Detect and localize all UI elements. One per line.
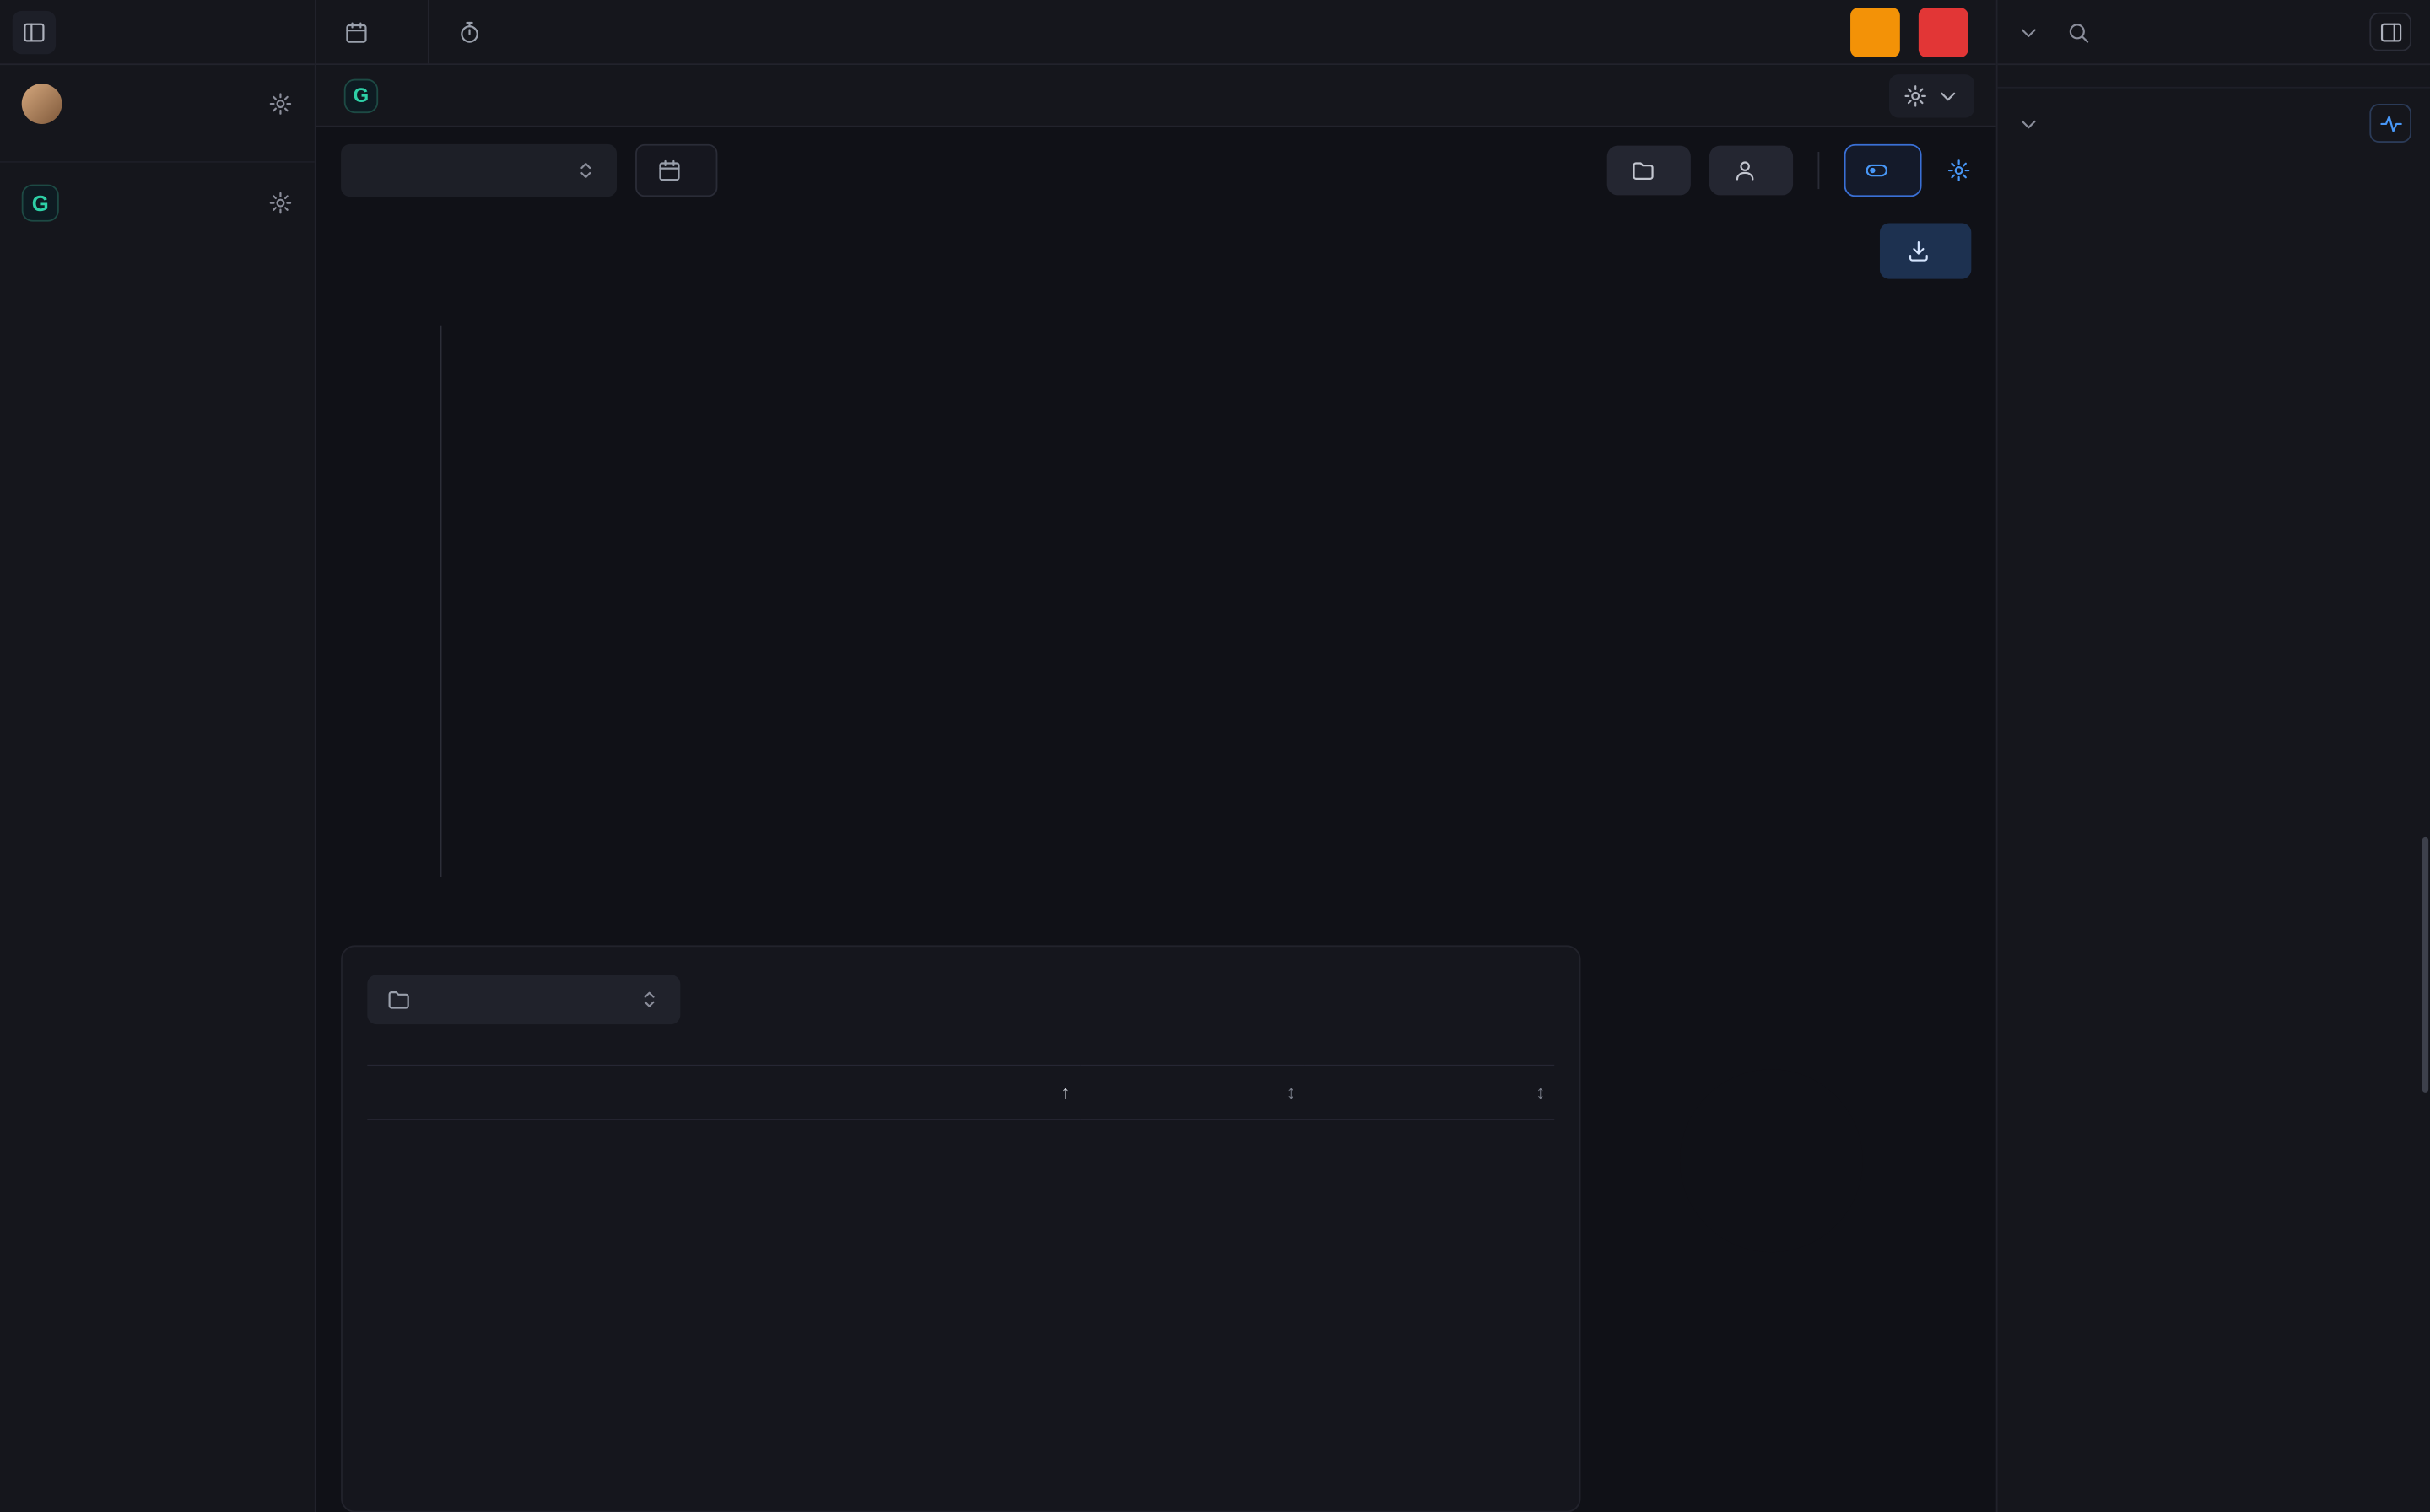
sort-icon: ↕ — [1536, 1082, 1545, 1104]
panel-left-icon — [22, 19, 46, 44]
summary-panel — [1606, 945, 1971, 1512]
members-header — [1998, 0, 2430, 65]
pulse-icon — [2378, 111, 2402, 135]
donut-labels — [1606, 995, 1937, 1326]
sort-asc-icon: ↑ — [1061, 1082, 1070, 1104]
stopwatch-icon — [457, 19, 482, 44]
sidebar-toggle-button[interactable] — [13, 10, 56, 53]
activity-header — [1998, 87, 2430, 158]
stepper-icon — [637, 987, 662, 1012]
scrollbar-thumb[interactable] — [2422, 837, 2428, 1093]
range-select[interactable] — [341, 144, 617, 197]
divider — [1817, 152, 1819, 189]
sort-by-title[interactable]: ↑ — [367, 1066, 1079, 1120]
calendar-icon — [344, 19, 369, 44]
board-settings-button[interactable] — [1889, 73, 1974, 116]
panel-toggle-button[interactable] — [2369, 13, 2411, 51]
chart-y-axis — [341, 326, 440, 878]
gear-icon[interactable] — [268, 191, 293, 215]
left-sidebar: G — [0, 0, 316, 1512]
rounding-toggle[interactable] — [1844, 144, 1922, 197]
breakdown-panel: ↑ ↕ ↕ — [341, 945, 1580, 1512]
calendar-icon — [657, 158, 682, 182]
chart-settings-icon[interactable] — [1947, 158, 1971, 182]
columns-icon — [2378, 19, 2402, 44]
pause-button[interactable] — [1850, 7, 1900, 57]
app-root: G G — [0, 0, 2430, 1512]
download-icon — [1906, 239, 1930, 263]
team-row[interactable]: G — [0, 161, 315, 237]
left-sidebar-header — [0, 0, 315, 65]
breakdown-table: ↑ ↕ ↕ — [367, 1065, 1554, 1120]
bar-chart — [316, 326, 1996, 893]
bottom-section: ↑ ↕ ↕ — [316, 945, 1996, 1512]
grandream-logo: G — [344, 78, 378, 112]
date-range-picker[interactable] — [635, 144, 717, 197]
main-tabbar: G — [316, 65, 1996, 127]
stop-button[interactable] — [1919, 7, 1968, 57]
chevron-down-icon — [1936, 83, 1960, 107]
activity-list — [1998, 158, 2430, 1512]
person-icon — [1732, 158, 1757, 182]
user-row[interactable] — [0, 65, 315, 139]
sort-by-ratio[interactable]: ↕ — [1305, 1066, 1554, 1120]
grandream-logo: G — [22, 185, 59, 222]
filter-row — [316, 127, 1996, 214]
main-area: G — [316, 0, 1996, 1512]
sort-icon: ↕ — [1287, 1082, 1296, 1104]
right-sidebar — [1996, 0, 2430, 1512]
donut-chart — [1606, 995, 1937, 1326]
divider — [428, 0, 429, 63]
folder-icon — [1630, 158, 1655, 182]
sort-by-time[interactable]: ↕ — [1079, 1066, 1304, 1120]
search-icon[interactable] — [2066, 19, 2090, 44]
topbar — [316, 0, 1996, 65]
download-button[interactable] — [1880, 223, 1971, 278]
breakdown-select[interactable] — [367, 975, 680, 1024]
gear-icon[interactable] — [268, 91, 293, 116]
activity-graph-button[interactable] — [2369, 104, 2411, 143]
toggle-icon — [1865, 158, 1889, 182]
chevron-down-icon[interactable] — [2017, 19, 2041, 44]
stepper-icon — [574, 158, 598, 182]
gear-icon — [1904, 83, 1928, 107]
chevron-down-icon[interactable] — [2017, 111, 2041, 135]
user-filter-button[interactable] — [1709, 146, 1793, 196]
chart-plot — [440, 326, 1972, 878]
chart-bars — [441, 326, 1971, 878]
download-row — [316, 213, 1996, 278]
user-avatar — [22, 84, 62, 124]
folder-icon — [386, 987, 410, 1012]
project-filter-button[interactable] — [1607, 146, 1691, 196]
member-list — [1998, 65, 2430, 71]
